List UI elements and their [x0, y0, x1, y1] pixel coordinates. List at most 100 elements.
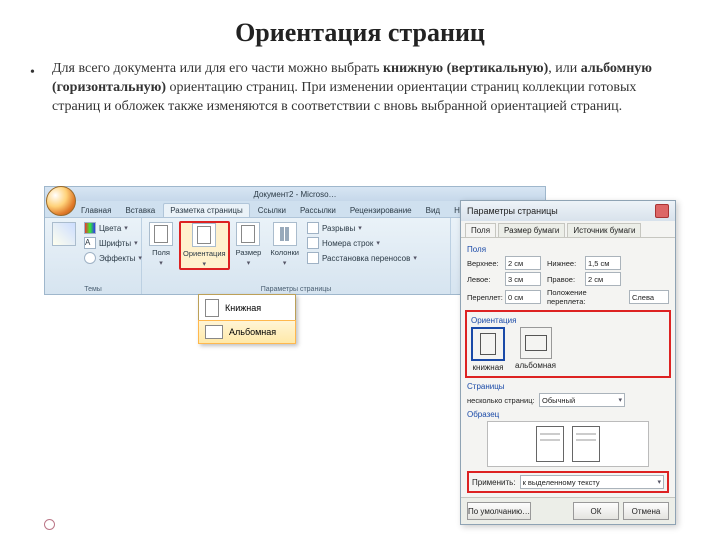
- preview-area: [487, 421, 649, 467]
- theme-effects-lbl: Эффекты: [99, 254, 135, 263]
- columns-button[interactable]: Колонки▾: [267, 221, 302, 268]
- apply-value: к выделенному тексту: [523, 478, 600, 487]
- dialog-buttons: По умолчанию… ОК Отмена: [461, 497, 675, 524]
- orientation-section: Ориентация книжная альбомная: [465, 310, 671, 378]
- group-page-setup: Поля▾ Ориентация▾ Размер▾ Колонки▾: [142, 218, 451, 294]
- dialog-titlebar: Параметры страницы: [461, 201, 675, 221]
- dropdown-landscape[interactable]: Альбомная: [198, 320, 296, 344]
- group-themes: Цвета▾ AШрифты▾ Эффекты▾ Темы: [45, 218, 142, 294]
- fld-gutterpos-lbl: Положение переплета:: [547, 288, 627, 306]
- office-button[interactable]: [46, 186, 76, 216]
- fld-top-lbl: Верхнее:: [467, 259, 503, 268]
- tab-review[interactable]: Рецензирование: [344, 204, 418, 217]
- pages-value: Обычный: [542, 396, 575, 405]
- tab-home[interactable]: Главная: [75, 204, 117, 217]
- fld-left[interactable]: 3 см: [505, 272, 541, 286]
- size-icon: [236, 222, 260, 246]
- sec-pages: Страницы: [467, 382, 669, 391]
- orient-landscape[interactable]: альбомная: [515, 327, 556, 372]
- theme-effects[interactable]: Эффекты▾: [82, 251, 144, 265]
- portrait-icon: [205, 299, 219, 317]
- size-label: Размер: [236, 248, 262, 257]
- fld-bottom[interactable]: 1,5 см: [585, 256, 621, 270]
- landscape-icon: [205, 325, 223, 339]
- tab-page-layout[interactable]: Разметка страницы: [163, 203, 250, 217]
- themes-button[interactable]: [49, 221, 79, 265]
- orientation-icon: [192, 223, 216, 247]
- themes-icon: [52, 222, 76, 246]
- group-themes-label: Темы: [49, 285, 137, 293]
- fld-left-lbl: Левое:: [467, 275, 503, 284]
- fonts-icon: A: [84, 237, 96, 249]
- sec-orientation: Ориентация: [471, 316, 665, 325]
- columns-icon: [273, 222, 297, 246]
- fld-top[interactable]: 2 см: [505, 256, 541, 270]
- para-t2: , или: [548, 61, 580, 76]
- margins-button[interactable]: Поля▾: [146, 221, 176, 268]
- orientation-dropdown: Книжная Альбомная: [198, 294, 296, 344]
- pages-combo[interactable]: Обычный▾: [539, 393, 625, 407]
- dlg-tab-paper[interactable]: Размер бумаги: [498, 223, 565, 237]
- apply-row: Применить: к выделенному тексту▾: [467, 471, 669, 493]
- dropdown-portrait[interactable]: Книжная: [199, 295, 295, 321]
- size-button[interactable]: Размер▾: [233, 221, 265, 268]
- orient-portrait[interactable]: книжная: [471, 327, 505, 372]
- fld-gutterpos[interactable]: Слева: [629, 290, 669, 304]
- apply-combo[interactable]: к выделенному тексту▾: [520, 475, 664, 489]
- sec-margins: Поля: [467, 245, 669, 254]
- fld-right-lbl: Правое:: [547, 275, 583, 284]
- line-numbers-label: Номера строк: [322, 239, 373, 248]
- pages-label: несколько страниц:: [467, 396, 537, 405]
- hyphenation-icon: [307, 252, 319, 264]
- fld-bottom-lbl: Нижнее:: [547, 259, 583, 268]
- columns-label: Колонки: [270, 248, 299, 257]
- orientation-button[interactable]: Ориентация▾: [179, 221, 230, 270]
- group-page-setup-label: Параметры страницы: [146, 285, 446, 293]
- theme-colors[interactable]: Цвета▾: [82, 221, 144, 235]
- para-t1: Для всего документа или для его части мо…: [52, 61, 383, 76]
- breaks-button[interactable]: Разрывы▾: [305, 221, 419, 235]
- hyphenation-button[interactable]: Расстановка переносов▾: [305, 251, 419, 265]
- theme-fonts-lbl: Шрифты: [99, 239, 131, 248]
- effects-icon: [84, 252, 96, 264]
- tab-references[interactable]: Ссылки: [252, 204, 292, 217]
- orientation-label: Ориентация: [183, 249, 226, 258]
- orient-portrait-label: книжная: [473, 363, 504, 372]
- colors-icon: [84, 222, 96, 234]
- cancel-button[interactable]: Отмена: [623, 502, 669, 520]
- dialog-tabs: Поля Размер бумаги Источник бумаги: [461, 221, 675, 238]
- dlg-tab-source[interactable]: Источник бумаги: [567, 223, 641, 237]
- fld-right[interactable]: 2 см: [585, 272, 621, 286]
- theme-colors-lbl: Цвета: [99, 224, 121, 233]
- dropdown-portrait-label: Книжная: [225, 303, 261, 313]
- ok-button[interactable]: ОК: [573, 502, 619, 520]
- tab-mailings[interactable]: Рассылки: [294, 204, 342, 217]
- fld-gutter-lbl: Переплет:: [467, 293, 503, 302]
- default-button[interactable]: По умолчанию…: [467, 502, 531, 520]
- preview-page-1: [536, 426, 564, 462]
- close-icon[interactable]: [655, 204, 669, 218]
- dlg-tab-margins[interactable]: Поля: [465, 223, 496, 237]
- dialog-body: Поля Верхнее:2 см Нижнее:1,5 см Левое:3 …: [461, 238, 675, 497]
- page-setup-dialog: Параметры страницы Поля Размер бумаги Ис…: [460, 200, 676, 525]
- line-numbers-button[interactable]: Номера строк▾: [305, 236, 419, 250]
- window-titlebar: Документ2 - Microso…: [45, 187, 545, 201]
- body-paragraph: • Для всего документа или для его части …: [52, 60, 684, 117]
- dropdown-landscape-label: Альбомная: [229, 327, 276, 337]
- margins-icon: [149, 222, 173, 246]
- tab-insert[interactable]: Вставка: [119, 204, 161, 217]
- apply-label: Применить:: [472, 478, 516, 487]
- sec-preview: Образец: [467, 410, 669, 419]
- tab-view[interactable]: Вид: [420, 204, 446, 217]
- orient-landscape-label: альбомная: [515, 361, 556, 370]
- dialog-title: Параметры страницы: [467, 206, 558, 216]
- screenshot-composite: Документ2 - Microso… Главная Вставка Раз…: [44, 186, 676, 486]
- para-b1: книжную (вертикальную): [383, 61, 548, 76]
- theme-fonts[interactable]: AШрифты▾: [82, 236, 144, 250]
- hyphenation-label: Расстановка переносов: [322, 254, 410, 263]
- fld-gutter[interactable]: 0 см: [505, 290, 541, 304]
- breaks-label: Разрывы: [322, 224, 355, 233]
- slide-title: Ориентация страниц: [0, 18, 720, 48]
- bullet-icon: •: [30, 64, 35, 83]
- breaks-icon: [307, 222, 319, 234]
